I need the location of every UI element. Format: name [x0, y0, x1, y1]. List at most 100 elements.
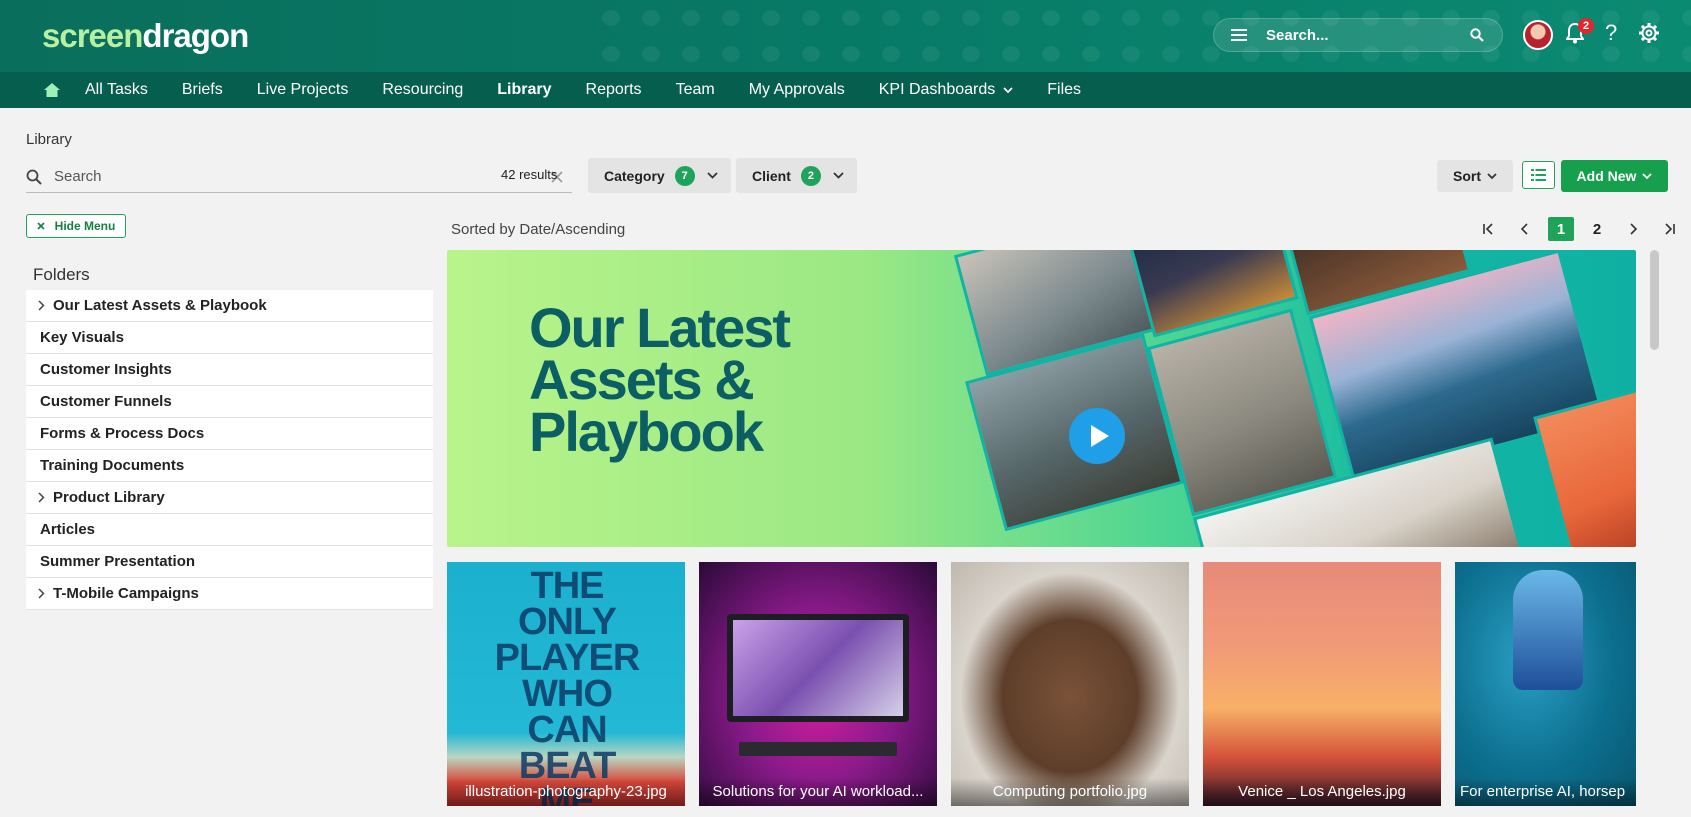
asset-card[interactable]: For enterprise AI, horsep	[1455, 562, 1636, 806]
folder-label: Product Library	[53, 489, 165, 506]
notification-badge: 2	[1578, 18, 1594, 34]
folder-item[interactable]: Customer Insights	[26, 354, 433, 386]
banner-photo-sunset	[1533, 388, 1636, 547]
home-icon[interactable]	[44, 83, 60, 97]
scrollbar-thumb[interactable]	[1650, 250, 1659, 350]
library-search-input[interactable]: Search	[26, 161, 572, 193]
category-filter[interactable]: Category 7	[588, 158, 731, 193]
folder-label: Forms & Process Docs	[40, 425, 205, 442]
hide-menu-button[interactable]: Hide Menu	[26, 214, 126, 238]
play-video-icon[interactable]	[1069, 408, 1125, 464]
folders-heading: Folders	[33, 265, 90, 284]
nav-reports[interactable]: Reports	[569, 81, 659, 99]
folder-item[interactable]: Forms & Process Docs	[26, 418, 433, 450]
nav-all-tasks[interactable]: All Tasks	[68, 81, 165, 99]
folder-item[interactable]: Product Library	[26, 482, 433, 514]
chevron-down-icon	[1642, 172, 1653, 179]
category-filter-count: 7	[674, 165, 695, 186]
chevron-down-icon	[1487, 172, 1497, 179]
folder-label: Customer Insights	[40, 361, 172, 378]
client-filter-label: Client	[752, 167, 791, 184]
folder-label: Training Documents	[40, 457, 185, 474]
folder-label: Summer Presentation	[40, 553, 196, 570]
folder-label: Key Visuals	[40, 329, 124, 346]
chevron-right-icon[interactable]	[36, 492, 47, 503]
asset-name: For enterprise AI, horsep	[1455, 778, 1636, 806]
asset-keyboard-graphic	[739, 742, 897, 756]
folder-item[interactable]: Key Visuals	[26, 322, 433, 354]
sort-button[interactable]: Sort	[1437, 160, 1513, 192]
last-page-icon[interactable]	[1656, 217, 1682, 241]
help-icon[interactable]: ?	[1605, 20, 1617, 46]
nav-team[interactable]: Team	[659, 81, 732, 99]
first-page-icon[interactable]	[1476, 217, 1502, 241]
hamburger-menu-icon[interactable]	[1231, 26, 1247, 44]
folder-item[interactable]: Summer Presentation	[26, 546, 433, 578]
page-breadcrumb: Library	[26, 131, 72, 148]
search-icon	[26, 169, 42, 185]
asset-name: Computing portfolio.jpg	[951, 778, 1189, 806]
banner-title: Our Latest Assets & Playbook	[529, 296, 791, 463]
nav-files[interactable]: Files	[1030, 81, 1098, 99]
global-search-placeholder[interactable]: Search...	[1266, 27, 1470, 44]
folder-item[interactable]: Articles	[26, 514, 433, 546]
featured-banner[interactable]: Our Latest Assets & Playbook	[447, 250, 1636, 547]
logo-text-screen: screen	[42, 17, 143, 54]
client-filter[interactable]: Client 2	[736, 158, 857, 193]
global-search[interactable]: Search...	[1213, 18, 1503, 52]
app-header: screendragon Search... 2 ?	[0, 0, 1691, 72]
chevron-right-icon[interactable]	[36, 300, 47, 311]
logo-text-dragon: dragon	[142, 17, 249, 54]
page-next-number[interactable]: 2	[1584, 217, 1610, 241]
asset-name: Venice _ Los Angeles.jpg	[1203, 778, 1441, 806]
nav-briefs[interactable]: Briefs	[165, 81, 240, 99]
folder-label: Our Latest Assets & Playbook	[53, 297, 267, 314]
add-new-button[interactable]: Add New	[1561, 160, 1668, 192]
nav-library[interactable]: Library	[480, 81, 568, 99]
nav-my-approvals[interactable]: My Approvals	[732, 81, 862, 99]
library-search-placeholder[interactable]: Search	[54, 168, 551, 185]
screendragon-logo[interactable]: screendragon	[42, 17, 249, 55]
folder-label: Customer Funnels	[40, 393, 172, 410]
pagination: 1 2	[1476, 217, 1691, 241]
user-avatar[interactable]	[1523, 20, 1553, 50]
asset-poster-text: THE ONLY PLAYER WHO CAN BEAT ME	[494, 565, 641, 806]
page-current[interactable]: 1	[1548, 217, 1574, 241]
nav-kpi-dashboards-label: KPI Dashboards	[878, 81, 996, 98]
settings-gear-icon[interactable]	[1638, 22, 1660, 44]
sort-button-label: Sort	[1453, 168, 1481, 184]
chevron-down-icon	[707, 172, 718, 179]
nav-kpi-dashboards[interactable]: KPI Dashboards	[862, 81, 1031, 99]
asset-card[interactable]: THE ONLY PLAYER WHO CAN BEAT ME illustra…	[447, 562, 685, 806]
category-filter-label: Category	[604, 167, 665, 184]
search-icon[interactable]	[1470, 28, 1484, 42]
close-icon	[37, 222, 45, 230]
list-view-icon	[1531, 169, 1546, 181]
folder-item[interactable]: Training Documents	[26, 450, 433, 482]
chevron-down-icon	[1003, 87, 1013, 94]
folder-item[interactable]: Our Latest Assets & Playbook	[26, 290, 433, 322]
asset-card[interactable]: Venice _ Los Angeles.jpg	[1203, 562, 1441, 806]
asset-robot-hand-graphic	[1513, 570, 1583, 690]
nav-resourcing[interactable]: Resourcing	[365, 81, 480, 99]
chevron-right-icon[interactable]	[36, 588, 47, 599]
folder-item[interactable]: Customer Funnels	[26, 386, 433, 418]
folder-label: T-Mobile Campaigns	[53, 585, 199, 602]
main-nav: All Tasks Briefs Live Projects Resourcin…	[0, 72, 1691, 108]
folder-item[interactable]: T-Mobile Campaigns	[26, 578, 433, 610]
asset-monitor-graphic	[727, 614, 909, 722]
asset-card[interactable]: Computing portfolio.jpg	[951, 562, 1189, 806]
nav-live-projects[interactable]: Live Projects	[240, 81, 366, 99]
folder-label: Articles	[40, 521, 96, 538]
results-count: 42 results	[501, 167, 558, 182]
hide-menu-label: Hide Menu	[54, 219, 116, 233]
list-view-toggle[interactable]	[1522, 161, 1555, 189]
asset-name: illustration-photography-23.jpg	[447, 778, 685, 806]
client-filter-count: 2	[800, 165, 821, 186]
sorted-by-label: Sorted by Date/Ascending	[451, 221, 626, 238]
next-page-icon[interactable]	[1620, 217, 1646, 241]
asset-name: Solutions for your AI workload...	[699, 778, 937, 806]
asset-card[interactable]: Solutions for your AI workload...	[699, 562, 937, 806]
previous-page-icon[interactable]	[1512, 217, 1538, 241]
folder-list: Our Latest Assets & Playbook Key Visuals…	[26, 290, 433, 610]
